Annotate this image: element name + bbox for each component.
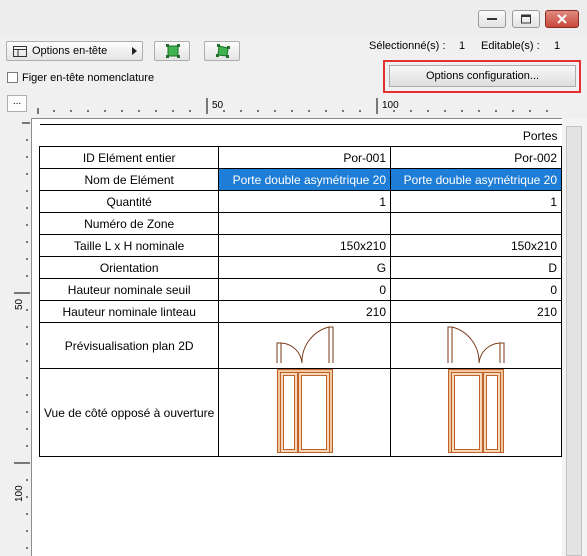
plan-preview-cell[interactable] (218, 322, 392, 369)
row-label: Vue de côté opposé à ouverture (38, 368, 220, 457)
cell-selected[interactable]: Porte double asymétrique 20 (390, 168, 562, 191)
window-titlebar (0, 0, 587, 36)
selected-count: 1 (459, 40, 466, 52)
cell[interactable]: Por-001 (218, 146, 392, 169)
row-label: Nom de Elément (38, 168, 220, 191)
select-node-button[interactable] (204, 41, 240, 61)
options-header-label: Options en-tête (32, 45, 108, 57)
table-row[interactable]: Hauteur nominale seuil 0 0 (38, 278, 562, 301)
cell[interactable]: 150x210 (390, 234, 562, 257)
door-elevation-icon (276, 369, 333, 453)
table-row[interactable]: Quantité 1 1 (38, 190, 562, 213)
ruler-options-button[interactable]: ... (7, 95, 27, 112)
cell[interactable] (390, 212, 562, 235)
cell[interactable]: 150x210 (218, 234, 392, 257)
table-row[interactable]: ID Elément entier Por-001 Por-002 (38, 146, 562, 169)
cell[interactable] (218, 212, 392, 235)
category-header: Portes (39, 124, 562, 147)
table-row[interactable]: Numéro de Zone (38, 212, 562, 235)
vruler-label-50: 50 (14, 298, 25, 310)
cell[interactable]: 1 (390, 190, 562, 213)
row-label: Prévisualisation plan 2D (38, 322, 220, 369)
table-row[interactable]: Prévisualisation plan 2D (38, 322, 562, 369)
close-button[interactable] (545, 10, 579, 28)
plan-preview-cell[interactable] (390, 322, 562, 369)
row-label: Quantité (38, 190, 220, 213)
cell[interactable]: 0 (218, 278, 392, 301)
horizontal-ruler: 50 100 (37, 98, 548, 114)
cell[interactable]: 210 (218, 300, 392, 323)
select-element-icon (166, 44, 180, 58)
door-plan-icon (276, 326, 334, 364)
table-row[interactable]: Orientation G D (38, 256, 562, 279)
elevation-preview-cell[interactable] (390, 368, 562, 457)
row-label: Hauteur nominale linteau (38, 300, 220, 323)
schedule-table: Portes ID Elément entier Por-001 Por-002… (38, 124, 562, 457)
maximize-button[interactable] (512, 10, 540, 28)
table-row[interactable]: Taille L x H nominale 150x210 150x210 (38, 234, 562, 257)
options-header-dropdown[interactable]: Options en-tête (6, 41, 143, 61)
maximize-icon (521, 14, 531, 24)
vruler-label-100: 100 (14, 485, 25, 502)
cell[interactable]: D (390, 256, 562, 279)
door-plan-icon (447, 326, 505, 364)
editable-label: Editable(s) : (481, 40, 540, 52)
ruler-label-50: 50 (212, 100, 224, 111)
selected-label: Sélectionné(s) : (369, 40, 446, 52)
close-icon (557, 14, 567, 24)
cell[interactable]: Por-002 (390, 146, 562, 169)
elevation-preview-cell[interactable] (218, 368, 392, 457)
row-label: Numéro de Zone (38, 212, 220, 235)
table-row[interactable]: Nom de Elément Porte double asymétrique … (38, 168, 562, 191)
category-header-row: Portes (39, 124, 562, 147)
freeze-header-label: Figer en-tête nomenclature (22, 72, 155, 84)
select-node-icon (216, 44, 230, 58)
cell-selected[interactable]: Porte double asymétrique 20 (218, 168, 392, 191)
table-row[interactable]: Hauteur nominale linteau 210 210 (38, 300, 562, 323)
scrollbar-thumb[interactable] (566, 126, 582, 556)
chevron-right-icon (132, 47, 137, 55)
options-configuration-button[interactable]: Options configuration... (389, 65, 576, 87)
minimize-button[interactable] (478, 10, 506, 28)
row-label: Hauteur nominale seuil (38, 278, 220, 301)
schedule-sheet: Portes ID Elément entier Por-001 Por-002… (31, 118, 562, 556)
row-label: ID Elément entier (38, 146, 220, 169)
table-row[interactable]: Vue de côté opposé à ouverture (38, 368, 562, 457)
row-label: Orientation (38, 256, 220, 279)
cell[interactable]: G (218, 256, 392, 279)
vertical-ruler: 50 100 (14, 122, 30, 549)
row-label: Taille L x H nominale (38, 234, 220, 257)
table-header-icon (13, 46, 27, 57)
cell[interactable]: 0 (390, 278, 562, 301)
cell[interactable]: 1 (218, 190, 392, 213)
cell[interactable]: 210 (390, 300, 562, 323)
freeze-header-checkbox[interactable] (7, 72, 18, 83)
minimize-icon (487, 18, 497, 20)
door-elevation-icon (448, 369, 505, 453)
editable-count: 1 (554, 40, 561, 52)
select-element-button[interactable] (154, 41, 190, 61)
vertical-scrollbar[interactable] (562, 118, 587, 556)
ruler-label-100: 100 (382, 100, 399, 111)
